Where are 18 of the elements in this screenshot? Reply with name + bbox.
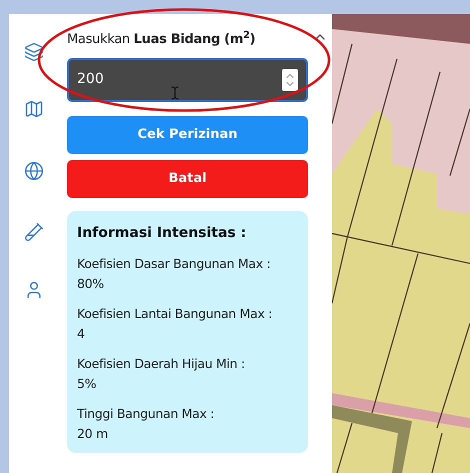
area-input-field[interactable]: 200: [77, 69, 282, 90]
info-label: Tinggi Bangunan Max :: [77, 404, 214, 423]
map-icon[interactable]: [24, 99, 44, 119]
field-label: Masukkan Luas Bidang (m$^{2}$): [67, 30, 256, 49]
globe-icon[interactable]: [24, 161, 44, 181]
info-title: Informasi Intensitas :: [77, 224, 248, 242]
info-value: 5%: [77, 374, 96, 392]
info-value: 20 m: [77, 424, 108, 442]
action-button[interactable]: Batal: [67, 160, 308, 198]
test-tube-icon[interactable]: [24, 222, 44, 242]
info-label: Koefisien Lantai Bangunan Max :: [77, 304, 272, 323]
layers-icon[interactable]: [24, 42, 44, 62]
number-spinner[interactable]: [282, 68, 298, 90]
info-value: 80%: [77, 274, 104, 292]
number-field[interactable]: 200: [67, 58, 308, 102]
info-label: Koefisien Dasar Bangunan Max :: [77, 254, 270, 273]
info-value: 4: [77, 324, 85, 342]
info-label: Koefisien Daerah Hijau Min :: [77, 354, 245, 373]
